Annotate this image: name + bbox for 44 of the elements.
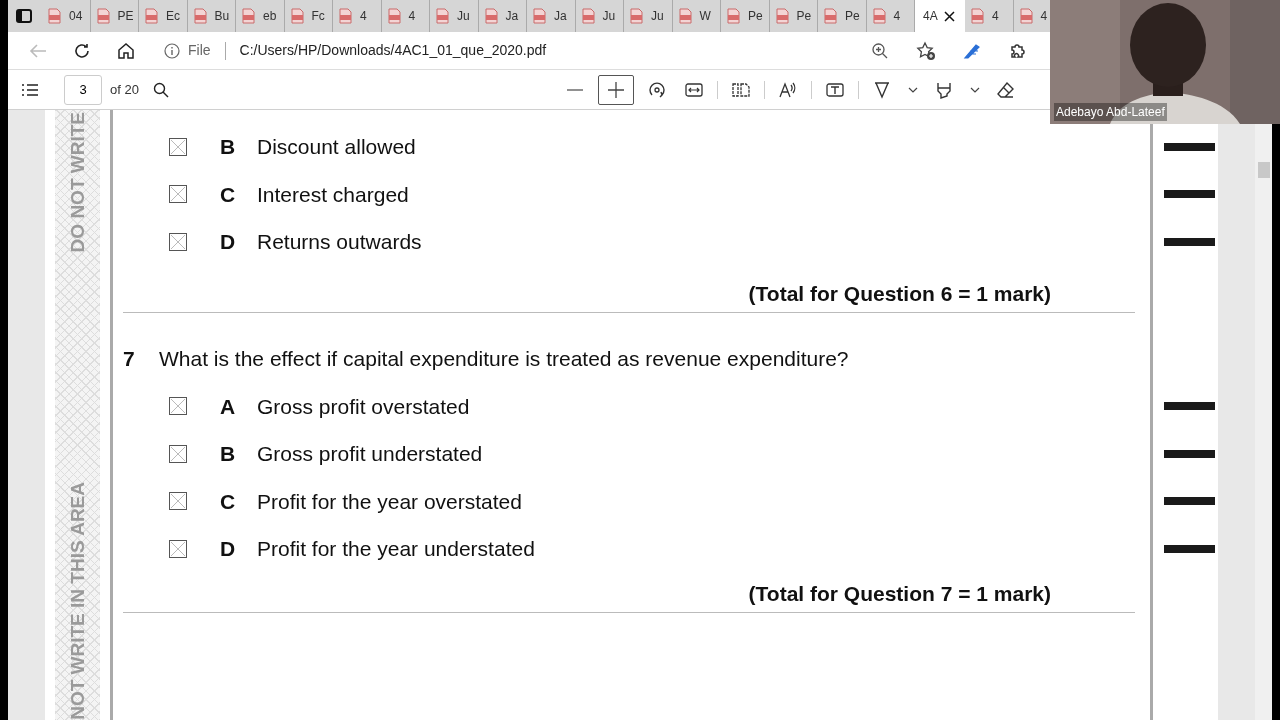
browser-tab[interactable]: Pe (721, 0, 770, 32)
option-text: Profit for the year understated (257, 536, 535, 562)
browser-tab[interactable]: Ju (430, 0, 479, 32)
option-text: Interest charged (257, 181, 409, 208)
browser-tab[interactable]: Pe (818, 0, 867, 32)
browser-tab[interactable]: 4A (915, 0, 965, 32)
browser-tab[interactable]: 04 (42, 0, 91, 32)
margin-warning: DO NOT WRITE (68, 112, 87, 253)
browser-tab[interactable]: Ju (575, 0, 624, 32)
browser-tab[interactable]: Ja (527, 0, 576, 32)
address-url[interactable]: C:/Users/HP/Downloads/4AC1_01_que_2020.pdf (239, 40, 547, 61)
browser-tab[interactable]: 4 (333, 0, 382, 32)
browser-tab[interactable]: 4 (381, 0, 430, 32)
question-total: (Total for Question 6 = 1 mark) (748, 281, 1051, 307)
participant-name: Adebayo Abd-Lateef (1054, 103, 1167, 121)
option-letter: D (220, 536, 237, 562)
option-letter: B (220, 134, 237, 160)
page-number-field[interactable]: 3 (64, 74, 102, 105)
browser-tab[interactable]: Ju (624, 0, 673, 32)
browser-tab[interactable]: Bu (187, 0, 236, 32)
browser-tab[interactable]: 4 (965, 0, 1014, 32)
browser-tab[interactable]: Fc (284, 0, 333, 32)
browser-tab[interactable]: eb (236, 0, 285, 32)
option-letter: C (220, 488, 237, 515)
question-text: What is the effect if capital expenditure is treated as revenue expenditure? (159, 345, 849, 372)
page-count: of 20 (110, 80, 139, 99)
option-letter: D (220, 229, 237, 255)
browser-tab[interactable]: Ec (139, 0, 188, 32)
browser-tab[interactable]: W (672, 0, 721, 32)
option-text: Profit for the year overstated (257, 488, 522, 515)
question-total: (Total for Question 7 = 1 mark) (748, 581, 1051, 607)
option-letter: C (220, 181, 237, 208)
option-letter: B (220, 441, 237, 467)
question-number: 7 (123, 345, 136, 372)
browser-tab[interactable]: Ja (478, 0, 527, 32)
margin-warning: NOT WRITE IN THIS AREA (68, 482, 87, 720)
option-text: Gross profit overstated (257, 393, 470, 420)
option-text: Gross profit understated (257, 441, 483, 467)
option-text: Discount allowed (257, 134, 416, 160)
browser-tab[interactable]: Pe (769, 0, 818, 32)
option-letter: A (220, 393, 237, 420)
security-label: File (188, 41, 211, 60)
option-text: Returns outwards (257, 229, 422, 255)
browser-tab[interactable]: PE (90, 0, 139, 32)
